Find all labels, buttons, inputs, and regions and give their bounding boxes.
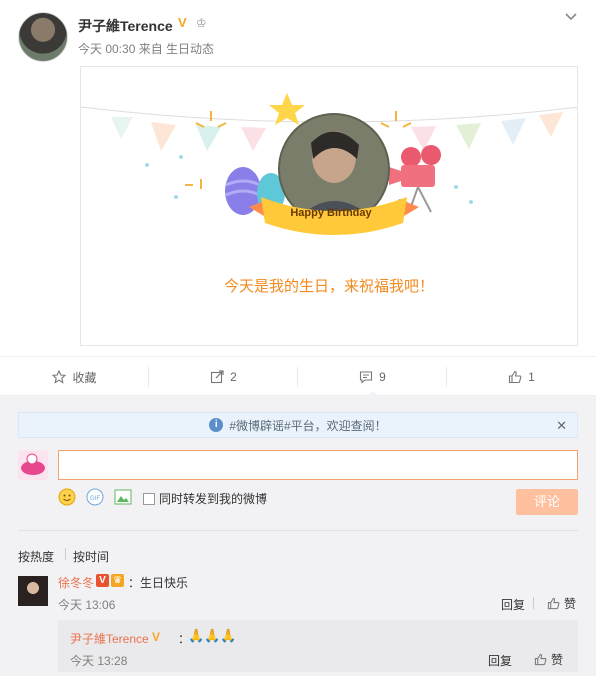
favorite-label: 收藏 bbox=[72, 370, 97, 385]
commenter-name[interactable]: 徐冬冬 bbox=[58, 574, 94, 591]
comment-like-button[interactable]: 赞 bbox=[547, 595, 576, 612]
action-separator bbox=[533, 597, 534, 609]
sort-by-hot-tab[interactable]: 按热度 bbox=[18, 548, 54, 565]
repost-count: 2 bbox=[230, 370, 237, 384]
birthday-message: 今天是我的生日，来祝福我吧！ bbox=[223, 278, 434, 295]
notice-text[interactable]: #微博辟谣#平台，欢迎查阅！ bbox=[229, 417, 386, 434]
close-icon[interactable]: ✕ bbox=[556, 418, 567, 434]
sort-by-time-tab[interactable]: 按时间 bbox=[73, 548, 109, 565]
birthday-card[interactable]: Happy Birthday 今天是我的生日，来祝福我吧！ bbox=[80, 66, 578, 346]
repost-checkbox[interactable] bbox=[143, 492, 155, 505]
svg-text:GIF: GIF bbox=[90, 496, 100, 502]
comment-icon bbox=[360, 371, 373, 384]
current-user-avatar[interactable] bbox=[18, 450, 48, 480]
commenter-avatar[interactable] bbox=[18, 576, 48, 606]
thumbs-up-icon bbox=[509, 370, 522, 384]
like-label: 赞 bbox=[564, 597, 577, 611]
verified-icon: V bbox=[152, 630, 161, 644]
comment-button[interactable]: 9 bbox=[298, 357, 447, 398]
praying-hands-emoji-icon: 🙏🙏🙏 bbox=[188, 628, 237, 643]
happy-birthday-ribbon: Happy Birthday bbox=[290, 207, 372, 219]
verified-icon: V bbox=[96, 574, 109, 587]
reply-like-button[interactable]: 赞 bbox=[534, 651, 563, 668]
comment-submit-button[interactable]: 评论 bbox=[516, 489, 578, 515]
divider bbox=[18, 530, 578, 531]
action-bar: 收藏 2 9 1 bbox=[0, 356, 596, 398]
sort-separator bbox=[65, 548, 66, 560]
member-crown-icon: ♔ bbox=[196, 16, 207, 30]
reply-button[interactable]: 回复 bbox=[501, 596, 525, 613]
comment-time: 今天 13:06 bbox=[58, 598, 116, 612]
comment-text: ：生日快乐 bbox=[128, 576, 189, 590]
reply-time: 今天 13:28 bbox=[70, 654, 128, 668]
rumor-notice-banner: i #微博辟谣#平台，欢迎查阅！ ✕ bbox=[18, 412, 578, 438]
reply-item: 尹子維Terence V ： 🙏🙏🙏 今天 13:28 回复 赞 bbox=[58, 620, 578, 672]
like-label: 赞 bbox=[551, 653, 564, 667]
vip-crown-icon: ♛ bbox=[111, 574, 124, 587]
verified-icon: V bbox=[178, 15, 187, 30]
thumbs-up-icon bbox=[534, 653, 547, 666]
favorite-button[interactable]: 收藏 bbox=[0, 357, 149, 397]
author-avatar[interactable] bbox=[18, 12, 68, 62]
replier-name[interactable]: 尹子維Terence bbox=[70, 630, 149, 647]
comment-input[interactable] bbox=[58, 450, 578, 480]
repost-to-weibo-option[interactable]: 同时转发到我的微博 bbox=[143, 490, 267, 507]
comment-section: i #微博辟谣#平台，欢迎查阅！ ✕ GIF 同时转发到我的微博 评论 按热度 … bbox=[0, 396, 596, 676]
repost-button[interactable]: 2 bbox=[149, 357, 298, 397]
comment-count: 9 bbox=[379, 370, 386, 384]
thumbs-up-icon bbox=[547, 597, 560, 610]
like-button[interactable]: 1 bbox=[447, 357, 596, 397]
emoji-icon[interactable] bbox=[58, 488, 76, 506]
info-icon: i bbox=[209, 418, 224, 432]
like-count: 1 bbox=[528, 370, 535, 384]
gif-icon[interactable]: GIF bbox=[86, 488, 104, 506]
post-meta: 今天 00:30 来自 生日动态 bbox=[78, 42, 215, 56]
repost-checkbox-label: 同时转发到我的微博 bbox=[159, 492, 268, 506]
image-icon[interactable] bbox=[114, 488, 132, 506]
author-name[interactable]: 尹子維Terence bbox=[78, 16, 173, 36]
weibo-post-page: 尹子維Terence V ♔ 今天 00:30 来自 生日动态 Happy Bi… bbox=[0, 0, 596, 676]
chevron-down-icon[interactable] bbox=[564, 10, 578, 24]
repost-icon bbox=[211, 370, 224, 384]
cartoon-avatar-icon bbox=[21, 453, 45, 475]
reply-button[interactable]: 回复 bbox=[488, 652, 512, 669]
star-icon bbox=[52, 370, 67, 384]
